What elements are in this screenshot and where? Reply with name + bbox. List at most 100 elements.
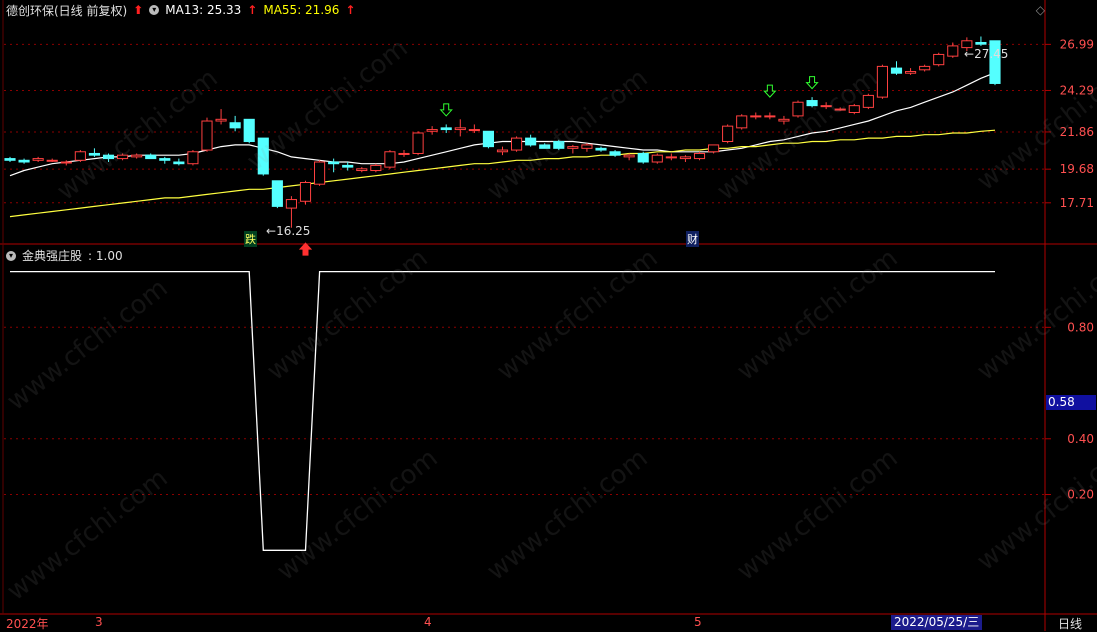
down-arrow-icon <box>439 103 453 117</box>
candle-body <box>18 159 30 163</box>
candle-body <box>848 105 860 113</box>
stock-title[interactable]: 德创环保(日线 前复权) <box>6 2 127 19</box>
indicator-current-value: 0.58 <box>1046 395 1096 410</box>
selected-date[interactable]: 2022/05/25/三 <box>891 615 983 630</box>
collapse-circle-icon[interactable]: ▾ <box>149 5 160 15</box>
candle-body <box>46 159 58 162</box>
candle-body <box>792 101 804 117</box>
indicator-value: : 1.00 <box>88 248 123 263</box>
candle-body <box>4 158 16 161</box>
candle-body <box>482 130 494 148</box>
period-button[interactable]: 日线 <box>1058 615 1082 632</box>
candle-body <box>679 156 691 160</box>
ma-line-ma13 <box>9 72 996 177</box>
candle-body <box>74 151 86 161</box>
candle-body <box>173 161 185 165</box>
candle-body <box>539 144 551 149</box>
candle-body <box>665 156 677 159</box>
candle-body <box>693 152 706 160</box>
candle-body <box>806 100 818 107</box>
candle-body <box>454 127 466 131</box>
candle-body <box>651 154 663 163</box>
price-tick-label: 17.71 <box>1060 196 1094 210</box>
candle-body <box>750 115 762 118</box>
low-price-label: ←16.25 <box>266 224 311 238</box>
candle-body <box>187 151 199 165</box>
candle-body <box>623 154 635 158</box>
candle-body <box>525 137 537 146</box>
candle-body <box>919 65 931 71</box>
high-price-label: ←27.45 <box>964 47 1009 61</box>
candle-body <box>440 127 452 131</box>
price-tick-label: 24.29 <box>1060 83 1094 97</box>
ma13-up-arrow: ↑ <box>247 3 258 17</box>
indicator-line <box>10 270 995 551</box>
candle-body <box>778 118 790 122</box>
indicator-header: ▾ 金典强庄股 : 1.00 <box>6 247 123 264</box>
indicator-tick-label: 0.80 <box>1067 320 1094 334</box>
marker-cai: 财 <box>686 231 699 247</box>
candle-body <box>243 118 255 143</box>
price-tick-label: 19.68 <box>1060 162 1094 176</box>
high-price-value: 27.45 <box>974 47 1009 61</box>
diamond-icon[interactable]: ◇ <box>1036 3 1045 17</box>
candle-body <box>215 118 227 122</box>
candle-body <box>637 152 649 163</box>
down-arrow-icon <box>763 84 777 98</box>
candle-body <box>328 161 340 165</box>
candle-body <box>947 45 959 57</box>
candle-body <box>820 105 832 108</box>
candle-body <box>60 161 72 164</box>
x-label-year: 2022年 <box>6 617 49 631</box>
x-label-april: 4 <box>424 615 432 629</box>
ma55-label: MA55: 21.96 <box>263 3 340 17</box>
candle-body <box>384 151 396 168</box>
candle-body <box>708 144 720 153</box>
candle-body <box>862 94 874 108</box>
candle-body <box>285 199 297 209</box>
candle-body <box>567 146 579 149</box>
candle-body <box>201 120 213 151</box>
main-chart-header: 德创环保(日线 前复权) ⬆ ▾ MA13: 25.33 ↑ MA55: 21.9… <box>6 2 355 18</box>
buy-arrow-icon <box>298 242 313 256</box>
indicator-name[interactable]: 金典强庄股 <box>22 247 82 264</box>
candle-body <box>764 115 776 118</box>
candle-body <box>159 158 171 161</box>
candle-body <box>257 137 269 175</box>
x-label-march: 3 <box>95 615 103 629</box>
candle-body <box>117 154 129 160</box>
candle-body <box>834 108 846 111</box>
candle-body <box>356 168 368 172</box>
candle-body <box>88 152 100 156</box>
indicator-tick-label: 0.40 <box>1067 432 1094 446</box>
candle-body <box>468 129 480 132</box>
indicator-menu-icon[interactable]: ▾ <box>6 250 16 261</box>
indicator-tick-label: 0.20 <box>1067 488 1094 502</box>
ma55-up-arrow: ↑ <box>345 3 356 17</box>
down-arrow-icon <box>805 76 819 90</box>
marker-die: 跌 <box>244 231 257 247</box>
red-up-arrow-icon: ⬆ <box>133 3 144 17</box>
candle-body <box>890 67 903 74</box>
candle-body <box>299 181 312 202</box>
price-tick-label: 26.99 <box>1060 37 1094 51</box>
low-price-value: 16.25 <box>276 224 311 238</box>
candle-body <box>595 147 607 151</box>
chart-canvas[interactable]: 17.71 19.68 21.86 24.29 26.99 0.20 0.40 0.80 <box>0 0 1097 631</box>
candle-body <box>609 151 621 156</box>
candle-body <box>145 154 157 160</box>
candle-body <box>511 137 523 151</box>
candle-body <box>412 132 424 154</box>
candle-body <box>102 154 115 160</box>
x-label-may: 5 <box>694 615 702 629</box>
ma13-label: MA13: 25.33 <box>165 3 242 17</box>
candle-body <box>905 71 917 74</box>
candle-body <box>975 41 987 45</box>
candle-body <box>426 129 438 132</box>
candle-body <box>370 164 382 172</box>
candle-body <box>736 115 748 129</box>
candle-body <box>398 152 410 155</box>
candle-body <box>876 65 888 98</box>
price-tick-label: 21.86 <box>1060 125 1094 139</box>
candle-body <box>553 141 565 149</box>
